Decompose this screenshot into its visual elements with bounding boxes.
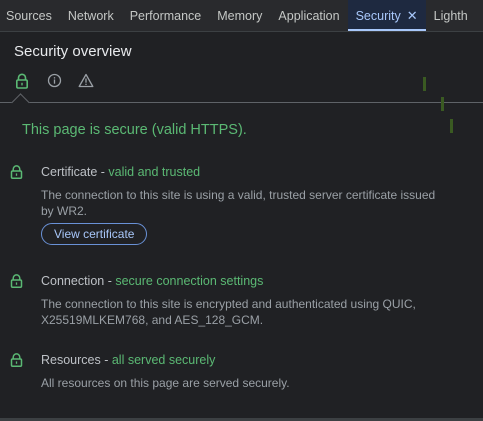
section-heading: Connection - secure connection settings [41, 274, 263, 288]
tab-lighthouse[interactable]: Lighth [426, 0, 476, 31]
tab-label: Application [278, 8, 340, 23]
status-text: secure connection settings [115, 274, 264, 288]
decorative-mark [423, 77, 426, 91]
lock-icon [10, 274, 24, 288]
selected-pointer [11, 93, 30, 112]
lock-icon [10, 165, 24, 179]
info-icon[interactable] [47, 73, 63, 89]
section-name: Certificate [41, 165, 98, 179]
tab-sources[interactable]: Sources [0, 0, 60, 31]
separator: - [100, 353, 112, 367]
separator: - [97, 165, 109, 179]
tab-label: Lighth [433, 8, 468, 23]
warning-icon[interactable] [78, 73, 94, 89]
tab-label: Security [355, 8, 401, 23]
section-heading: Certificate - valid and trusted [41, 165, 200, 179]
section-name: Connection [41, 274, 105, 288]
close-icon[interactable]: ✕ [407, 8, 418, 24]
tab-label: Performance [129, 8, 202, 23]
separator: - [104, 274, 116, 288]
page-title: Security overview [14, 43, 132, 60]
status-text: all served securely [111, 353, 216, 367]
tab-label: Sources [6, 8, 52, 23]
decorative-mark [450, 119, 453, 133]
tab-label: Network [67, 8, 114, 23]
security-icon-row [0, 70, 483, 112]
tab-security[interactable]: Security ✕ [347, 0, 426, 31]
security-summary: This page is secure (valid HTTPS). [22, 122, 247, 138]
lock-icon [10, 353, 24, 367]
status-text: valid and trusted [108, 165, 201, 179]
tab-label: Memory [217, 8, 263, 23]
tab-network[interactable]: Network [60, 0, 122, 31]
section-description: The connection to this site is encrypted… [41, 297, 416, 327]
divider [0, 102, 483, 103]
tab-memory[interactable]: Memory [209, 0, 270, 31]
tab-application[interactable]: Application [270, 0, 347, 31]
tab-performance[interactable]: Performance [122, 0, 210, 31]
lock-icon[interactable] [15, 73, 31, 89]
section-heading: Resources - all served securely [41, 353, 215, 367]
view-certificate-button[interactable]: View certificate [41, 223, 148, 245]
section-name: Resources [41, 353, 101, 367]
section-description: The connection to this site is using a v… [41, 188, 436, 218]
devtools-tab-bar: Sources Network Performance Memory Appli… [0, 0, 483, 32]
decorative-mark [441, 97, 444, 111]
section-description: All resources on this page are served se… [41, 376, 290, 390]
